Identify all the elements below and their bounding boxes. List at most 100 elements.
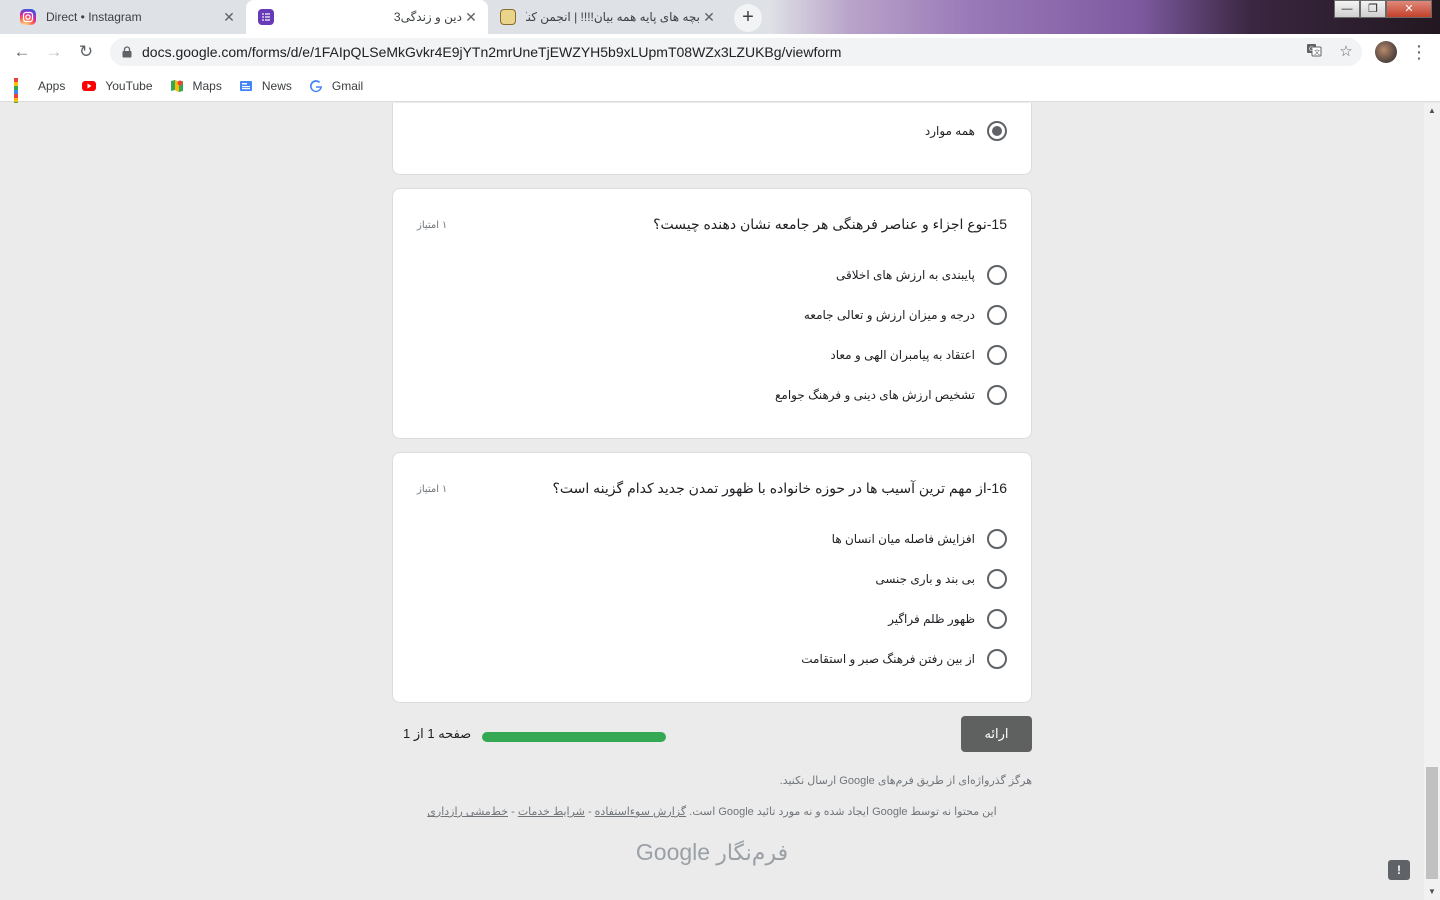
option-row[interactable]: از بین رفتن فرهنگ صبر و استقامت [801, 649, 1007, 669]
points-label: ۱ امتیاز [417, 220, 448, 231]
forum-icon [500, 9, 516, 25]
separator: - [584, 806, 595, 818]
back-arrow-icon[interactable]: ← [10, 40, 34, 64]
brand-product: فرم‌نگار [716, 840, 789, 865]
radio-button[interactable] [987, 385, 1007, 405]
tab-strip: Direct • Instagram ✕ دین و زندگی3 ✕ بچه … [0, 0, 1440, 34]
youtube-icon [81, 78, 97, 94]
privacy-link[interactable]: خط‌مشی رازداری [427, 806, 508, 818]
disclaimer-text: این محتوا نه توسط Google ایجاد شده و نه … [689, 806, 997, 818]
maps-icon [169, 78, 185, 94]
question-title: 15-نوع اجزاء و عناصر فرهنگی هر جامعه نشا… [653, 216, 1007, 232]
google-icon [308, 78, 324, 94]
address-bar[interactable]: docs.google.com/forms/d/e/1FAIpQLSeMkGvk… [110, 38, 1362, 66]
bookmark-star-icon[interactable]: ☆ [1336, 42, 1356, 62]
window-close-icon[interactable]: ✕ [1386, 0, 1432, 18]
tab-instagram[interactable]: Direct • Instagram ✕ [8, 0, 246, 34]
option-label: پایبندی به ارزش های اخلاقی [836, 268, 975, 282]
menu-kebab-icon[interactable]: ⋮ [1410, 40, 1428, 64]
option-row[interactable]: تشخیص ارزش های دینی و فرهنگ جوامع [775, 385, 1007, 405]
bookmark-label: Maps [192, 78, 222, 93]
report-abuse-link[interactable]: گزارش سوءاستفاده [595, 806, 686, 818]
minimize-icon[interactable]: — [1334, 0, 1360, 18]
radio-button-checked[interactable] [987, 121, 1007, 141]
option-row[interactable]: ظهور ظلم فراگیر [888, 609, 1007, 629]
tab-title: دین و زندگی3 [393, 10, 462, 24]
disclaimer: این محتوا نه توسط Google ایجاد شده و نه … [392, 805, 1032, 818]
profile-avatar[interactable] [1375, 41, 1397, 63]
scrollbar-thumb[interactable] [1426, 767, 1438, 879]
radio-button[interactable] [987, 529, 1007, 549]
instagram-icon [20, 9, 36, 25]
brand-google: Google [635, 839, 711, 865]
bookmark-news[interactable]: News [238, 78, 292, 94]
option-row[interactable]: درجه و میزان ارزش و تعالی جامعه [804, 305, 1007, 325]
question-card-15: 15-نوع اجزاء و عناصر فرهنگی هر جامعه نشا… [392, 188, 1032, 439]
password-warning: هرگز گذرواژه‌ای از طریق فرم‌های Google ا… [779, 775, 1032, 787]
new-tab-button[interactable]: + [734, 4, 762, 32]
scroll-up-arrow-icon[interactable]: ▲ [1424, 103, 1440, 119]
close-tab-icon[interactable]: ✕ [462, 8, 480, 26]
apps-grid-icon [14, 77, 30, 114]
question-card-16: 16-از مهم ترین آسیب ها در حوزه خانواده ب… [392, 452, 1032, 703]
google-forms-icon [258, 9, 274, 25]
bookmark-label: News [261, 78, 292, 93]
radio-button[interactable] [987, 305, 1007, 325]
reload-icon[interactable]: ↻ [74, 40, 98, 64]
window-controls: — ❐ ✕ [1334, 0, 1432, 18]
option-label: اعتقاد به پیامبران الهی و معاد [830, 348, 975, 362]
option-row[interactable]: بی بند و باری جنسی [875, 569, 1007, 589]
option-row[interactable]: پایبندی به ارزش های اخلاقی [836, 265, 1007, 285]
tab-title: بچه های پایه همه بیان!!!! | انجمن کنکوری… [526, 10, 700, 24]
forward-arrow-icon[interactable]: → [42, 40, 66, 64]
option-label: همه موارد [924, 124, 975, 138]
translate-icon[interactable]: G文 [1304, 42, 1324, 62]
radio-button[interactable] [987, 345, 1007, 365]
browser-toolbar: ← → ↻ docs.google.com/forms/d/e/1FAIpQLS… [0, 34, 1440, 70]
radio-button[interactable] [987, 265, 1007, 285]
radio-button[interactable] [987, 569, 1007, 589]
lock-icon [122, 46, 132, 58]
forms-brand-logo[interactable]: فرم‌نگار Google [0, 839, 1424, 866]
tab-forms[interactable]: دین و زندگی3 ✕ [246, 0, 488, 34]
restore-icon[interactable]: ❐ [1360, 0, 1386, 18]
option-row[interactable]: همه موارد [925, 121, 1007, 141]
option-label: بی بند و باری جنسی [875, 572, 975, 586]
separator: - [508, 806, 518, 818]
feedback-icon[interactable]: ! [1388, 860, 1410, 880]
option-label: درجه و میزان ارزش و تعالی جامعه [803, 308, 975, 322]
bookmark-label: Gmail [331, 78, 364, 93]
close-tab-icon[interactable]: ✕ [700, 8, 718, 26]
radio-button[interactable] [987, 649, 1007, 669]
terms-link[interactable]: شرایط خدمات [518, 806, 585, 818]
bookmark-label: YouTube [105, 78, 153, 93]
option-row[interactable]: افزایش فاصله میان انسان ها [832, 529, 1007, 549]
page-viewport: همه موارد 15-نوع اجزاء و عناصر فرهنگی هر… [0, 103, 1424, 900]
radio-button[interactable] [987, 609, 1007, 629]
bookmark-youtube[interactable]: YouTube [81, 78, 153, 94]
page-indicator: صفحه 1 از 1 [403, 726, 472, 741]
points-label: ۱ امتیاز [417, 484, 448, 495]
scroll-down-arrow-icon[interactable]: ▼ [1424, 884, 1440, 900]
bookmark-label: Apps [38, 78, 66, 93]
bookmark-maps[interactable]: Maps [169, 78, 222, 94]
bookmarks-bar: Apps YouTube Maps News Gmail [0, 70, 1440, 114]
question-title: 16-از مهم ترین آسیب ها در حوزه خانواده ب… [552, 480, 1007, 496]
option-label: تشخیص ارزش های دینی و فرهنگ جوامع [775, 388, 975, 402]
bookmark-gmail[interactable]: Gmail [308, 78, 363, 94]
option-label: افزایش فاصله میان انسان ها [831, 532, 975, 546]
submit-button[interactable]: ارائه [961, 716, 1032, 752]
url-text: docs.google.com/forms/d/e/1FAIpQLSeMkGvk… [142, 44, 842, 60]
news-icon [238, 78, 254, 94]
option-label: ظهور ظلم فراگیر [888, 612, 975, 626]
svg-text:文: 文 [1314, 49, 1320, 57]
page-scrollbar[interactable]: ▲ ▼ [1424, 103, 1440, 900]
close-tab-icon[interactable]: ✕ [220, 8, 238, 26]
progress-bar [482, 732, 666, 742]
tab-forum[interactable]: بچه های پایه همه بیان!!!! | انجمن کنکوری… [488, 0, 726, 34]
bookmark-apps[interactable]: Apps [14, 77, 66, 114]
option-row[interactable]: اعتقاد به پیامبران الهی و معاد [830, 345, 1007, 365]
option-label: از بین رفتن فرهنگ صبر و استقامت [801, 652, 975, 666]
tab-title: Direct • Instagram [46, 10, 142, 24]
question-card-14: همه موارد [392, 103, 1032, 175]
